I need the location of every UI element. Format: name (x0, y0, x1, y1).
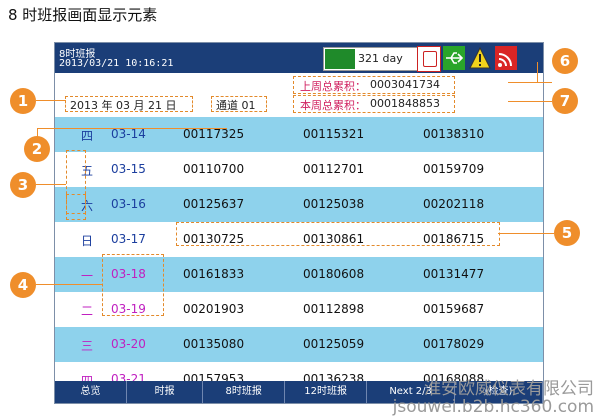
date-cell: 03-15 (111, 162, 146, 176)
value-cell-3: 00138310 (423, 127, 485, 141)
table-row[interactable]: 四 03-14 00117325 00115321 00138310 (55, 117, 543, 152)
callout-1: 1 (10, 88, 36, 114)
value-cell-3: 00131477 (423, 267, 485, 281)
footer-tab[interactable]: 8时班报 (203, 381, 286, 403)
table-row[interactable]: 六 03-16 00125637 00125038 00202118 (55, 187, 543, 222)
callout-7-leader (508, 101, 552, 102)
date-cell: 03-20 (111, 337, 146, 351)
value-cell-1: 00135080 (183, 337, 245, 351)
date-display[interactable]: 2013 年 03 月 21 日 (65, 96, 193, 112)
value-cell-1: 00161833 (183, 267, 245, 281)
callout-6-leader (508, 82, 552, 83)
value-cell-2: 00180608 (303, 267, 365, 281)
callout-5-leader (498, 233, 554, 234)
value-cell-3: 00178029 (423, 337, 485, 351)
weekday-cell: 二 (81, 304, 94, 318)
row-values-highlight-box (176, 222, 500, 246)
table-row[interactable]: 五 03-15 00110700 00112701 00159709 (55, 152, 543, 187)
day-counter: 321 day (323, 47, 421, 71)
value-cell-2: 00125038 (303, 197, 365, 211)
value-cell-3: 00159687 (423, 302, 485, 316)
warning-icon[interactable] (469, 46, 491, 70)
callout-6: 6 (552, 48, 578, 74)
callout-3: 3 (10, 172, 36, 198)
footer-tab[interactable]: 总览 (55, 381, 128, 403)
this-week-total-label: 本周总累积： (300, 99, 366, 112)
last-week-total-value: 0003041734 (370, 78, 440, 91)
value-cell-2: 00115321 (303, 127, 365, 141)
page-caption: 8 时班报画面显示元素 (8, 6, 158, 24)
footer-tab[interactable]: 12时班报 (285, 381, 368, 403)
usb-icon[interactable] (443, 46, 465, 70)
value-cell-1: 00125637 (183, 197, 245, 211)
weekday-cell: 日 (81, 234, 94, 248)
date-cell: 03-14 (111, 127, 146, 141)
this-week-total: 本周总累积： 0001848853 (293, 95, 455, 113)
table-row[interactable]: 三 03-20 00135080 00125059 00178029 (55, 327, 543, 362)
value-cell-2: 00112701 (303, 162, 365, 176)
value-cell-2: 00125059 (303, 337, 365, 351)
callout-5: 5 (554, 220, 580, 246)
callout-6-leader-v (537, 62, 538, 82)
date-highlight-box (102, 254, 164, 316)
day-counter-text: 321 day (358, 52, 403, 65)
title-bar: 8时班报 2013/03/21 10:16:21 321 day (55, 43, 543, 73)
weekday-cell: 四 (81, 129, 94, 143)
callout-3-leader (36, 184, 66, 185)
callout-1-leader (36, 100, 66, 101)
wifi-icon[interactable] (495, 46, 517, 70)
last-week-total: 上周总累积： 0003041734 (293, 76, 455, 94)
value-cell-3: 00202118 (423, 197, 485, 211)
footer-tab[interactable]: 时报 (127, 381, 204, 403)
watermark: 淮安欧威仪表有限公司 jsouwei.b2b.hc360.com (393, 380, 594, 416)
date-cell: 03-16 (111, 197, 146, 211)
weekday-group-box (66, 150, 86, 220)
date-cell: 03-17 (111, 232, 146, 246)
callout-2: 2 (24, 136, 50, 162)
callout-4-leader (36, 284, 102, 285)
day-counter-indicator (325, 49, 355, 69)
watermark-company: 淮安欧威仪表有限公司 (424, 379, 594, 399)
screen-datetime: 2013/03/21 10:16:21 (59, 58, 174, 69)
value-cell-3: 00159709 (423, 162, 485, 176)
value-cell-1: 00117325 (183, 127, 245, 141)
weekday-cell: 一 (81, 269, 94, 283)
callout-4: 4 (10, 272, 36, 298)
watermark-url: jsouwei.b2b.hc360.com (392, 397, 594, 417)
channel-display[interactable]: 通道 01 (211, 96, 267, 112)
value-cell-1: 00201903 (183, 302, 245, 316)
callout-7: 7 (552, 88, 578, 114)
sd-card-icon[interactable] (417, 46, 441, 72)
value-cell-2: 00112898 (303, 302, 365, 316)
last-week-total-label: 上周总累积： (300, 80, 366, 93)
this-week-total-value: 0001848853 (370, 97, 440, 110)
callout-2-leader (37, 128, 227, 129)
weekday-cell: 三 (81, 339, 94, 353)
value-cell-1: 00110700 (183, 162, 245, 176)
